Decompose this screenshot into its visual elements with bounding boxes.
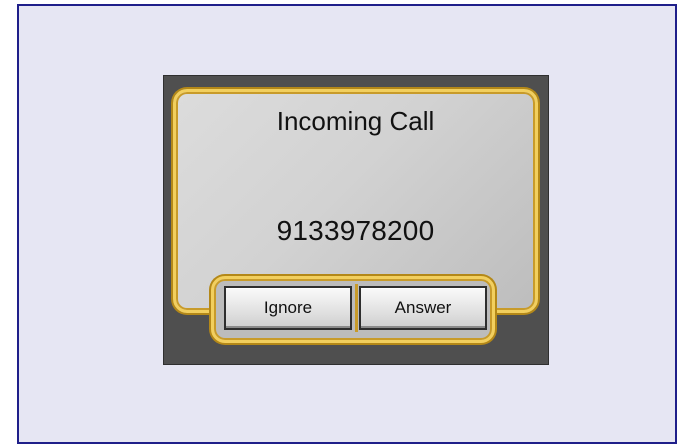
answer-button[interactable]: Answer [359,286,487,330]
dialog-title: Incoming Call [276,106,435,136]
button-tray: Ignore Answer [211,276,495,343]
caller-phone-number: 9133978200 [276,215,435,246]
ignore-button[interactable]: Ignore [224,286,352,330]
button-divider [355,284,358,332]
